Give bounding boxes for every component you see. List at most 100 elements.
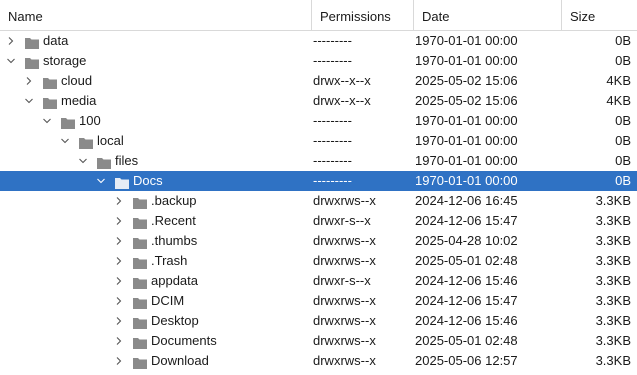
row-name: appdata: [151, 273, 198, 288]
row-size: 3.3KB: [595, 253, 631, 268]
column-header-size[interactable]: Size: [561, 0, 637, 31]
chevron-right-icon[interactable]: [115, 217, 123, 225]
column-header-date-label: Date: [422, 9, 450, 24]
row-date: 1970-01-01 00:00: [415, 173, 518, 188]
row-permissions: ---------: [313, 133, 352, 148]
tree-row[interactable]: .Trash drwxrws--x 2025-05-01 02:48 3.3KB: [0, 251, 637, 271]
column-header-permissions[interactable]: Permissions: [311, 0, 413, 31]
chevron-right-icon[interactable]: [115, 357, 123, 365]
folder-icon: [133, 215, 147, 229]
column-header-name[interactable]: Name: [0, 0, 311, 31]
row-name: DCIM: [151, 293, 185, 308]
chevron-right-icon[interactable]: [25, 77, 33, 85]
tree-row[interactable]: 100 --------- 1970-01-01 00:00 0B: [0, 111, 637, 131]
column-header-permissions-label: Permissions: [320, 9, 391, 24]
chevron-right-icon[interactable]: [115, 337, 123, 345]
row-permissions: drwx--x--x: [313, 73, 371, 88]
chevron-right-icon[interactable]: [115, 197, 123, 205]
chevron-down-icon[interactable]: [25, 97, 33, 105]
file-tree-view: Name Permissions Date Size data ---------…: [0, 0, 637, 372]
row-size: 0B: [615, 53, 631, 68]
row-size: 0B: [615, 173, 631, 188]
row-date: 2024-12-06 15:47: [415, 213, 518, 228]
folder-icon: [61, 115, 75, 129]
chevron-right-icon[interactable]: [115, 297, 123, 305]
chevron-right-icon[interactable]: [115, 257, 123, 265]
row-date: 1970-01-01 00:00: [415, 53, 518, 68]
folder-icon: [43, 95, 57, 109]
chevron-down-icon[interactable]: [43, 117, 51, 125]
tree-row[interactable]: DCIM drwxrws--x 2024-12-06 15:47 3.3KB: [0, 291, 637, 311]
folder-icon: [133, 355, 147, 369]
row-permissions: drwxrws--x: [313, 333, 376, 348]
row-date: 2024-12-06 16:45: [415, 193, 518, 208]
row-permissions: ---------: [313, 173, 352, 188]
row-size: 0B: [615, 133, 631, 148]
folder-icon: [25, 55, 39, 69]
row-permissions: ---------: [313, 53, 352, 68]
tree-row[interactable]: storage --------- 1970-01-01 00:00 0B: [0, 51, 637, 71]
row-name: 100: [79, 113, 101, 128]
folder-icon: [79, 135, 93, 149]
row-permissions: drwxr-s--x: [313, 273, 371, 288]
row-size: 3.3KB: [595, 333, 631, 348]
row-name: .Trash: [151, 253, 188, 268]
row-date: 1970-01-01 00:00: [415, 153, 518, 168]
row-size: 3.3KB: [595, 293, 631, 308]
tree-row[interactable]: data --------- 1970-01-01 00:00 0B: [0, 31, 637, 51]
tree-row[interactable]: .thumbs drwxrws--x 2025-04-28 10:02 3.3KB: [0, 231, 637, 251]
tree-row[interactable]: Desktop drwxrws--x 2024-12-06 15:46 3.3KB: [0, 311, 637, 331]
row-permissions: drwxrws--x: [313, 233, 376, 248]
column-header-date[interactable]: Date: [413, 0, 561, 31]
row-date: 2024-12-06 15:46: [415, 273, 518, 288]
tree-row[interactable]: cloud drwx--x--x 2025-05-02 15:06 4KB: [0, 71, 637, 91]
row-permissions: drwxrws--x: [313, 193, 376, 208]
tree-row[interactable]: media drwx--x--x 2025-05-02 15:06 4KB: [0, 91, 637, 111]
row-permissions: drwxrws--x: [313, 253, 376, 268]
chevron-right-icon[interactable]: [115, 237, 123, 245]
row-name: data: [43, 33, 69, 48]
tree-row[interactable]: Download drwxrws--x 2025-05-06 12:57 3.3KB: [0, 351, 637, 371]
chevron-down-icon[interactable]: [79, 157, 87, 165]
row-size: 3.3KB: [595, 273, 631, 288]
row-name: Download: [151, 353, 209, 368]
row-name: Documents: [151, 333, 217, 348]
chevron-down-icon[interactable]: [97, 177, 105, 185]
chevron-right-icon[interactable]: [115, 317, 123, 325]
tree-row[interactable]: Docs --------- 1970-01-01 00:00 0B: [0, 171, 637, 191]
row-name: Docs: [133, 173, 163, 188]
row-size: 3.3KB: [595, 213, 631, 228]
tree-row[interactable]: .Recent drwxr-s--x 2024-12-06 15:47 3.3KB: [0, 211, 637, 231]
chevron-down-icon[interactable]: [7, 57, 15, 65]
tree-row[interactable]: appdata drwxr-s--x 2024-12-06 15:46 3.3KB: [0, 271, 637, 291]
row-size: 3.3KB: [595, 313, 631, 328]
folder-icon: [133, 295, 147, 309]
row-name: storage: [43, 53, 87, 68]
row-size: 0B: [615, 153, 631, 168]
row-permissions: ---------: [313, 33, 352, 48]
chevron-right-icon[interactable]: [7, 37, 15, 45]
folder-icon: [115, 175, 129, 189]
row-date: 1970-01-01 00:00: [415, 33, 518, 48]
row-date: 2025-04-28 10:02: [415, 233, 518, 248]
row-size: 4KB: [606, 93, 631, 108]
folder-icon: [133, 315, 147, 329]
row-name: .thumbs: [151, 233, 198, 248]
row-permissions: drwx--x--x: [313, 93, 371, 108]
row-date: 2025-05-02 15:06: [415, 93, 518, 108]
row-name: files: [115, 153, 139, 168]
row-name: .Recent: [151, 213, 196, 228]
row-date: 2024-12-06 15:47: [415, 293, 518, 308]
folder-icon: [43, 75, 57, 89]
tree-row[interactable]: Documents drwxrws--x 2025-05-01 02:48 3.3KB: [0, 331, 637, 351]
row-permissions: drwxrws--x: [313, 353, 376, 368]
column-header: Name Permissions Date Size: [0, 0, 637, 31]
chevron-down-icon[interactable]: [61, 137, 69, 145]
tree-row[interactable]: .backup drwxrws--x 2024-12-06 16:45 3.3KB: [0, 191, 637, 211]
folder-icon: [133, 195, 147, 209]
tree-row[interactable]: local --------- 1970-01-01 00:00 0B: [0, 131, 637, 151]
chevron-right-icon[interactable]: [115, 277, 123, 285]
row-date: 1970-01-01 00:00: [415, 133, 518, 148]
tree-row[interactable]: files --------- 1970-01-01 00:00 0B: [0, 151, 637, 171]
row-permissions: ---------: [313, 153, 352, 168]
